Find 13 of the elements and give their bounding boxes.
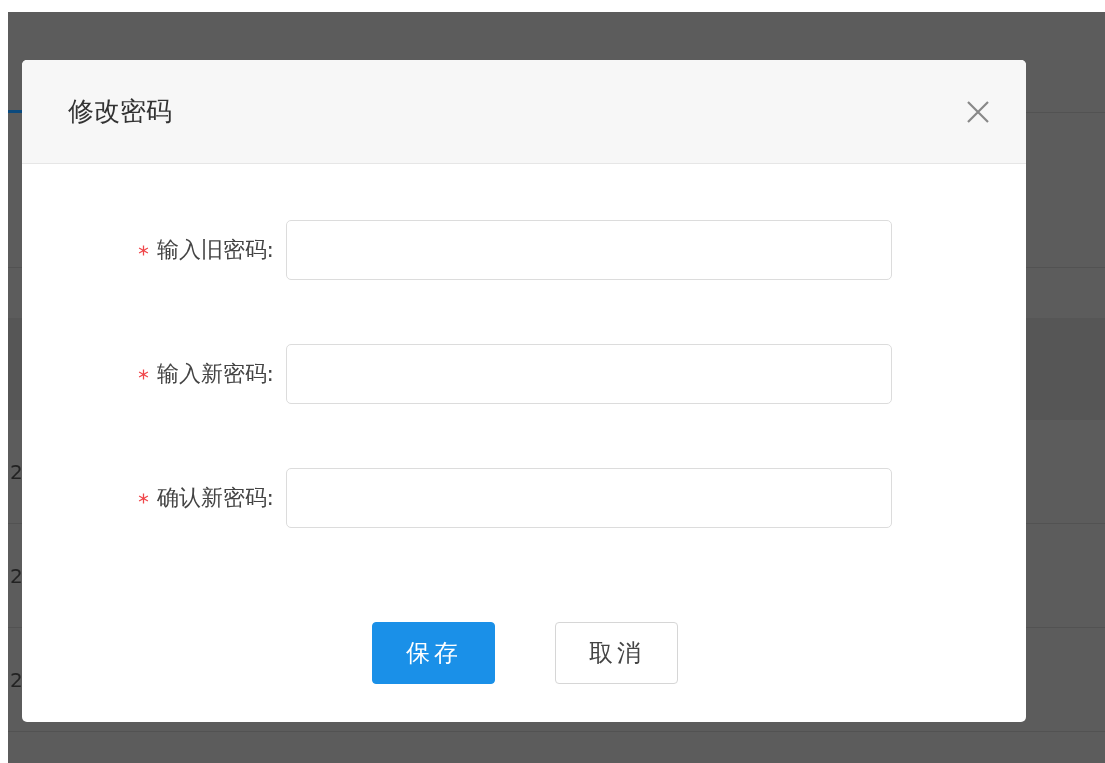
field-label: 输入旧密码: [156, 236, 274, 264]
table-cell-text: 2 [9, 459, 23, 484]
field-label: 输入新密码: [156, 360, 274, 388]
close-icon [966, 99, 990, 124]
close-button[interactable] [966, 99, 990, 124]
dialog-title: 修改密码 [68, 95, 172, 128]
field-label: 确认新密码: [156, 484, 274, 512]
password-field[interactable] [286, 468, 892, 528]
table-cell-text: 2 [9, 667, 23, 692]
table-cell-text: 2 [9, 563, 23, 588]
password-field[interactable] [286, 344, 892, 404]
cancel-button[interactable]: 取消 [555, 622, 678, 684]
password-field[interactable] [286, 220, 892, 280]
